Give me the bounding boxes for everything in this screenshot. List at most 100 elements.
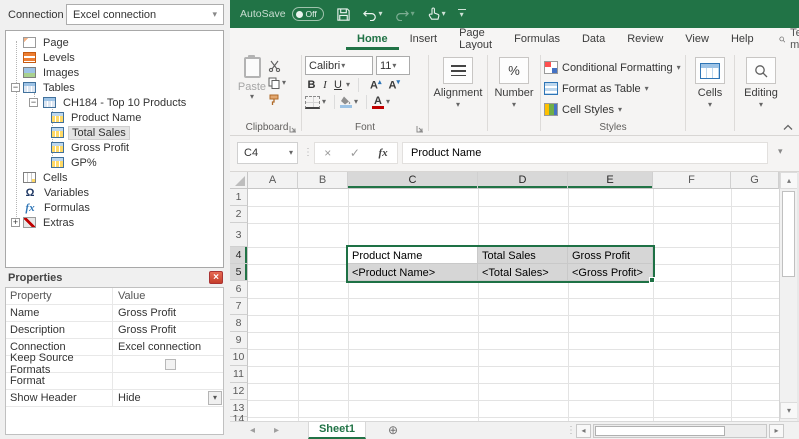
previous-sheet-icon[interactable]: ◂ [250, 425, 255, 436]
property-row-keep-source-formats[interactable]: Keep Source Formats [6, 352, 223, 376]
borders-dropdown-icon[interactable]: ▾ [322, 98, 326, 106]
tab-help[interactable]: Help [720, 28, 765, 50]
copy-button[interactable]: ▾ [268, 76, 286, 89]
underline-button[interactable]: U [332, 79, 344, 91]
font-name-combobox[interactable]: Calibri ▾ [305, 56, 373, 75]
tree-item-formulas[interactable]: fx Formulas [6, 200, 223, 215]
borders-button[interactable] [305, 95, 320, 109]
autosave-toggle[interactable]: Off [291, 7, 324, 21]
tab-data[interactable]: Data [571, 28, 616, 50]
tree-item-page[interactable]: Page [6, 35, 223, 50]
property-row-format[interactable]: Format [6, 373, 223, 390]
fill-color-dropdown-icon[interactable]: ▾ [354, 98, 358, 106]
cell-d4[interactable]: Total Sales [478, 247, 568, 264]
expand-toggle-icon[interactable]: + [11, 218, 20, 227]
column-header-f[interactable]: F [653, 172, 731, 189]
collapse-toggle-icon[interactable]: − [11, 83, 20, 92]
drag-handle-icon[interactable]: ⋮ [303, 147, 313, 158]
column-header-b[interactable]: B [298, 172, 348, 189]
show-header-dropdown-button[interactable]: ▾ [208, 391, 222, 405]
tree-item-images[interactable]: Images [6, 65, 223, 80]
row-header-12[interactable]: 12 [230, 383, 248, 400]
cut-button[interactable] [268, 59, 286, 72]
keep-source-formats-checkbox[interactable] [165, 358, 176, 370]
paste-button[interactable]: Paste ▾ [236, 53, 268, 120]
decrease-font-size-button[interactable]: A▾ [388, 78, 399, 92]
font-dialog-launcher-icon[interactable] [416, 125, 424, 133]
row-header-9[interactable]: 9 [230, 332, 248, 349]
next-sheet-icon[interactable]: ▸ [274, 425, 279, 436]
tree-item-ch184-table[interactable]: − CH184 - Top 10 Products [6, 95, 223, 110]
fill-handle[interactable] [649, 277, 655, 283]
column-header-c[interactable]: C [348, 172, 478, 189]
tab-view[interactable]: View [674, 28, 720, 50]
tree-item-gp-percent[interactable]: GP% [6, 155, 223, 170]
scroll-right-button[interactable]: ▸ [769, 424, 784, 438]
formula-input[interactable] [402, 142, 768, 164]
save-button[interactable] [336, 7, 351, 22]
select-all-corner[interactable] [230, 172, 248, 189]
conditional-formatting-button[interactable]: Conditional Formatting ▾ [544, 57, 682, 78]
scroll-left-button[interactable]: ◂ [576, 424, 591, 438]
tab-page-layout[interactable]: Page Layout [448, 27, 503, 51]
tree-item-extras[interactable]: + Extras [6, 215, 223, 230]
alignment-group[interactable]: Alignment ▾ [432, 53, 484, 135]
tree-item-cells[interactable]: Cells [6, 170, 223, 185]
tab-formulas[interactable]: Formulas [503, 28, 571, 50]
format-painter-button[interactable] [268, 93, 286, 106]
tree-item-tables[interactable]: − Tables [6, 80, 223, 95]
row-header-2[interactable]: 2 [230, 206, 248, 223]
vertical-scrollbar-thumb[interactable] [782, 191, 795, 277]
undo-button[interactable]: ▾ [362, 8, 383, 21]
confirm-entry-button[interactable]: ✓ [350, 146, 360, 160]
vertical-scrollbar[interactable]: ▴ ▾ [779, 172, 798, 421]
number-group[interactable]: % Number ▾ [491, 53, 537, 135]
column-header-g[interactable]: G [731, 172, 779, 189]
column-header-a[interactable]: A [248, 172, 298, 189]
tree-item-variables[interactable]: Ω Variables [6, 185, 223, 200]
clipboard-dialog-launcher-icon[interactable] [289, 125, 297, 133]
fill-color-button[interactable] [340, 96, 353, 108]
tree-item-gross-profit[interactable]: Gross Profit [6, 140, 223, 155]
scroll-up-button[interactable]: ▴ [780, 172, 798, 189]
tree-item-levels[interactable]: Levels [6, 50, 223, 65]
row-header-4[interactable]: 4 [230, 247, 248, 264]
name-box[interactable]: C4 ▾ [237, 142, 298, 164]
horizontal-scrollbar-thumb[interactable] [595, 426, 725, 436]
cell-c5[interactable]: <Product Name> [348, 264, 478, 281]
cell-d5[interactable]: <Total Sales> [478, 264, 568, 281]
tab-home[interactable]: Home [346, 28, 399, 50]
connection-dropdown[interactable]: Excel connection ▾ [66, 4, 224, 25]
cell-c4-active[interactable]: Product Name [348, 247, 478, 264]
redo-button[interactable]: ▾ [395, 8, 415, 21]
customize-quick-access-toolbar-button[interactable]: ▾ [457, 9, 466, 19]
tab-review[interactable]: Review [616, 28, 674, 50]
cell-e5[interactable]: <Gross Profit> [568, 264, 653, 281]
row-header-1[interactable]: 1 [230, 189, 248, 206]
underline-dropdown-icon[interactable]: ▾ [346, 81, 350, 89]
collapse-toggle-icon[interactable]: − [29, 98, 38, 107]
bold-button[interactable]: B [305, 79, 318, 91]
tell-me-search[interactable]: Tell me [779, 27, 799, 51]
cell-e4[interactable]: Gross Profit [568, 247, 653, 264]
row-header-8[interactable]: 8 [230, 315, 248, 332]
close-icon[interactable]: × [209, 271, 223, 284]
column-header-d[interactable]: D [478, 172, 568, 189]
row-header-7[interactable]: 7 [230, 298, 248, 315]
property-row-description[interactable]: Description Gross Profit [6, 322, 223, 339]
cell-styles-button[interactable]: Cell Styles ▾ [544, 99, 682, 120]
italic-button[interactable]: I [319, 79, 331, 91]
collapse-ribbon-button[interactable] [783, 124, 793, 131]
horizontal-scrollbar[interactable] [593, 424, 767, 438]
touch-mouse-mode-button[interactable]: ▾ [427, 7, 446, 21]
tree-item-product-name[interactable]: Product Name [6, 110, 223, 125]
font-color-dropdown-icon[interactable]: ▾ [386, 98, 390, 106]
tab-insert[interactable]: Insert [399, 28, 449, 50]
property-row-show-header[interactable]: Show Header Hide ▾ [6, 390, 223, 407]
editing-group[interactable]: Editing ▾ [738, 53, 784, 135]
cells-group[interactable]: Cells ▾ [689, 53, 731, 135]
property-row-name[interactable]: Name Gross Profit [6, 305, 223, 322]
drag-handle-icon[interactable]: ⋮ [566, 425, 576, 436]
increase-font-size-button[interactable]: A▴ [370, 78, 381, 92]
row-header-11[interactable]: 11 [230, 366, 248, 383]
